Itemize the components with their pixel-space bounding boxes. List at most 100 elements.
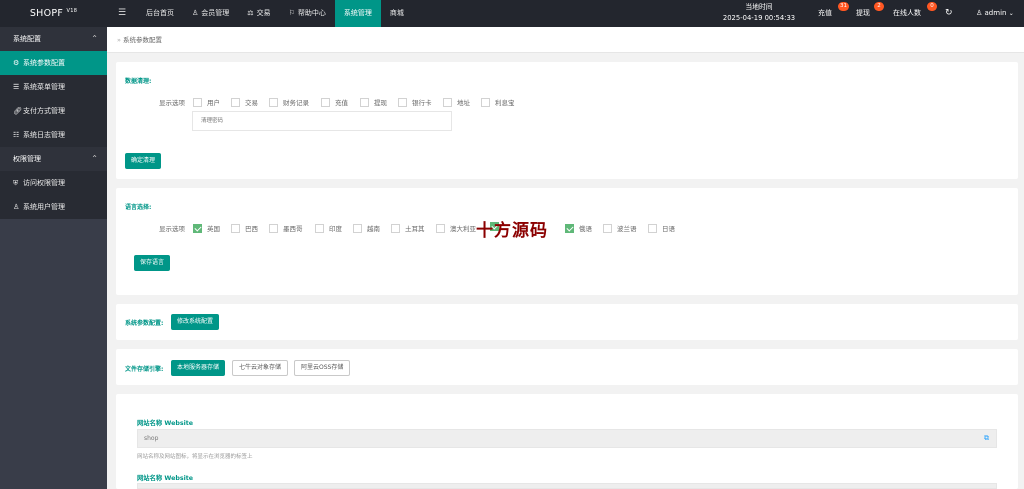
checkbox-label: 俄语 <box>579 225 592 233</box>
user-icon: ♙ <box>13 203 20 211</box>
scale-icon: ⚖ <box>247 9 254 17</box>
recharge-button[interactable]: 充值 <box>818 0 832 27</box>
checkbox-clean-withdraw[interactable]: 提现 <box>360 97 387 108</box>
checkbox-clean-recharge[interactable]: 充值 <box>321 97 348 108</box>
watermark-text: 十方源码 <box>476 221 548 241</box>
shield-icon: ⛨ <box>13 179 19 187</box>
checkbox-label: 充值 <box>335 99 348 107</box>
chevron-up-icon: ⌃ <box>91 34 98 43</box>
link-icon: 🔗︎ <box>13 107 22 115</box>
checkbox-box <box>321 97 330 107</box>
checkbox-clean-users[interactable]: 用户 <box>193 97 220 108</box>
checkbox-label: 地址 <box>457 99 470 107</box>
checkbox-lang-russian[interactable]: 俄语 <box>565 223 592 234</box>
sidebar-group-permissions[interactable]: 权限管理 ⌃ <box>0 147 107 171</box>
site-name-help: 网站名称及网站图标，将显示在浏览器的标签上 <box>137 454 253 460</box>
checkbox-lang-india[interactable]: 印度 <box>315 223 342 234</box>
checkbox-clean-finance[interactable]: 财务记录 <box>269 97 309 108</box>
withdraw-button[interactable]: 提现 <box>856 0 870 27</box>
sidebar: 系统配置 ⌃ ⚙ 系统参数配置 ☰ 系统菜单管理 🔗︎支付方式管理 ☷ 系统日志管理 权… <box>0 27 107 489</box>
checkbox-lang-australia[interactable]: 澳大利亚 <box>436 223 476 234</box>
checkbox-box <box>481 97 490 107</box>
sidebar-item-logs[interactable]: ☷ 系统日志管理 <box>0 123 107 147</box>
checkbox-box <box>398 97 407 107</box>
sidebar-group-system-config[interactable]: 系统配置 ⌃ <box>0 27 107 51</box>
confirm-clean-button[interactable]: 确定清理 <box>125 153 162 169</box>
nav-trade[interactable]: ⚖ 交易 <box>238 0 279 27</box>
chevron-down-icon: ⌄ <box>1008 10 1014 17</box>
nav-help-label: 帮助中心 <box>297 9 326 17</box>
username: admin <box>984 9 1007 17</box>
checkbox-lang-polish[interactable]: 波兰语 <box>603 223 637 234</box>
storage-local-button[interactable]: 本地服务器存储 <box>171 360 226 376</box>
nav-home[interactable]: 后台首页 <box>137 0 183 27</box>
site-name-input[interactable]: shop ⧉ <box>137 429 997 448</box>
sidebar-item-payment[interactable]: 🔗︎支付方式管理 <box>0 99 107 123</box>
checkbox-lang-mexico[interactable]: 墨西哥 <box>269 223 303 234</box>
checkbox-clean-bankcard[interactable]: 银行卡 <box>398 97 432 108</box>
logo[interactable]: SHOPF V18 <box>0 0 107 27</box>
language-card <box>116 188 1018 295</box>
flag-icon: ⚐ <box>288 9 295 17</box>
checkbox-clean-trade[interactable]: 交易 <box>231 97 258 108</box>
sidebar-item-label: 系统日志管理 <box>23 131 65 139</box>
nav-system-label: 系统管理 <box>343 9 372 17</box>
storage-qiniu-button[interactable]: 七牛云对象存储 <box>232 360 289 376</box>
display-options-label: 显示选项 <box>159 99 185 107</box>
edit-icon[interactable]: ⧉ <box>984 430 989 447</box>
checkbox-label: 英国 <box>207 225 220 233</box>
checkbox-box <box>353 223 362 233</box>
storage-title: 文件存储引擎: <box>125 366 164 373</box>
sidebar-item-label: 支付方式管理 <box>23 107 65 115</box>
brand-version: V18 <box>66 8 78 14</box>
checkbox-lang-turkey[interactable]: 土耳其 <box>391 223 425 234</box>
nav-members[interactable]: ♙ 会员管理 <box>183 0 238 27</box>
nav-mall[interactable]: 商城 <box>381 0 413 27</box>
online-users-button[interactable]: 在线人数 <box>893 0 921 27</box>
checkbox-box <box>436 223 445 233</box>
gear-icon: ⚙ <box>13 59 20 67</box>
checkbox-box <box>565 223 574 233</box>
clean-password-input[interactable] <box>192 111 452 131</box>
checkbox-box <box>648 223 657 233</box>
sidebar-item-system-menu[interactable]: ☰ 系统菜单管理 <box>0 75 107 99</box>
user-menu[interactable]: ♙ admin ⌄ <box>976 0 1014 27</box>
refresh-icon[interactable]: ↻ <box>945 0 953 27</box>
checkbox-label: 澳大利亚 <box>450 225 476 233</box>
brand-name: SHOPF <box>29 8 64 19</box>
nav-system[interactable]: 系统管理 <box>334 0 381 27</box>
checkbox-label: 交易 <box>245 99 258 107</box>
checkbox-lang-brazil[interactable]: 巴西 <box>231 223 258 234</box>
nav-home-label: 后台首页 <box>146 9 174 17</box>
sidebar-item-system-params[interactable]: ⚙ 系统参数配置 <box>0 51 107 75</box>
checkbox-lang-vietnam[interactable]: 越南 <box>353 223 380 234</box>
site-name-value: shop <box>144 435 159 442</box>
storage-aliyun-button[interactable]: 阿里云OSS存储 <box>294 360 351 376</box>
top-bar: SHOPF V18 ☰ 后台首页 ♙ 会员管理 ⚖ 交易 ⚐ 帮助中心 系统管理 商城… <box>0 0 1024 27</box>
log-icon: ☷ <box>13 131 20 139</box>
top-nav: 后台首页 ♙ 会员管理 ⚖ 交易 ⚐ 帮助中心 系统管理 商城 <box>137 0 413 27</box>
sidebar-group-label: 权限管理 <box>13 155 41 163</box>
checkbox-box <box>269 97 278 107</box>
save-language-button[interactable]: 保存语言 <box>134 255 171 271</box>
sidebar-item-access[interactable]: ⛨ 访问权限管理 <box>0 171 107 195</box>
checkbox-clean-interest[interactable]: 利息宝 <box>481 97 515 108</box>
site-name-title-2: 网站名称 Website <box>137 475 194 482</box>
online-users-label: 在线人数 <box>893 9 921 17</box>
checkbox-label: 日语 <box>662 225 675 233</box>
checkbox-label: 墨西哥 <box>283 225 303 233</box>
checkbox-lang-uk[interactable]: 英国 <box>193 223 220 234</box>
checkbox-lang-japanese[interactable]: 日语 <box>648 223 675 234</box>
system-params-title: 系统参数配置: <box>125 320 164 327</box>
site-name-input-2[interactable] <box>137 483 997 489</box>
checkbox-label: 利息宝 <box>495 99 515 107</box>
checkbox-clean-address[interactable]: 地址 <box>443 97 470 108</box>
list-icon: ☰ <box>13 83 20 91</box>
sidebar-item-users[interactable]: ♙ 系统用户管理 <box>0 195 107 219</box>
menu-toggle-icon[interactable]: ☰ <box>114 0 130 27</box>
sidebar-group-label: 系统配置 <box>13 35 41 43</box>
checkbox-box <box>269 223 278 233</box>
nav-help[interactable]: ⚐ 帮助中心 <box>280 0 335 27</box>
breadcrumb-label: 系统参数配置 <box>123 36 163 44</box>
edit-system-config-button[interactable]: 修改系统配置 <box>171 314 220 330</box>
